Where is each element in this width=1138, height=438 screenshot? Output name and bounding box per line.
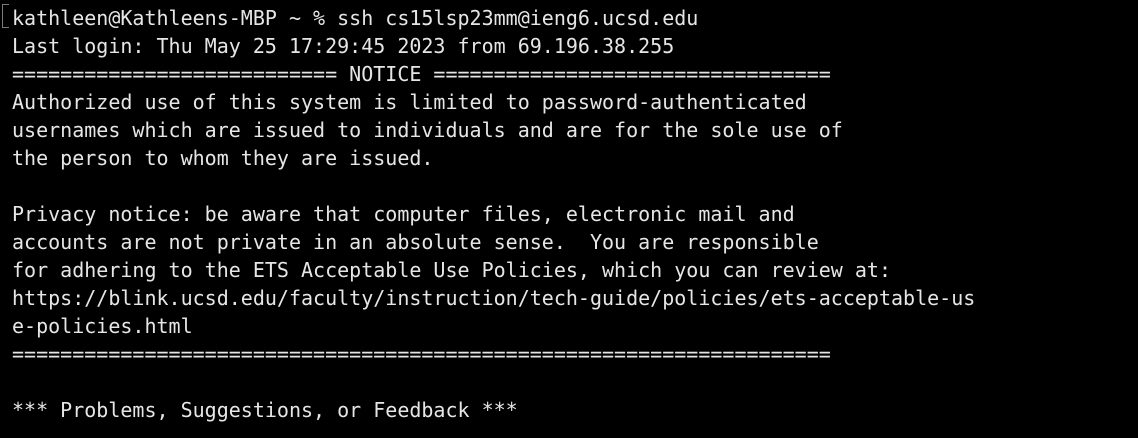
terminal-line-notice-1: Authorized use of this system is limited… <box>12 90 807 114</box>
terminal-window[interactable]: kathleen@Kathleens-MBP ~ % ssh cs15lsp23… <box>0 0 1138 438</box>
terminal-line-last-login: Last login: Thu May 25 17:29:45 2023 fro… <box>12 34 675 58</box>
terminal-line-notice-3: the person to whom they are issued. <box>12 146 434 170</box>
terminal-line-policy-url-wrap: e-policies.html <box>12 314 193 338</box>
terminal-line-notice-footer: ========================================… <box>12 342 831 366</box>
terminal-line-notice-header: =========================== NOTICE =====… <box>12 62 831 86</box>
terminal-line-privacy-2: accounts are not private in an absolute … <box>12 230 819 254</box>
terminal-line-policy-url: https://blink.ucsd.edu/faculty/instructi… <box>12 286 976 310</box>
terminal-line-problems: *** Problems, Suggestions, or Feedback *… <box>12 398 518 422</box>
terminal-line-prompt: kathleen@Kathleens-MBP ~ % ssh cs15lsp23… <box>12 6 699 30</box>
prompt-marker <box>2 4 9 28</box>
terminal-line-privacy-1: Privacy notice: be aware that computer f… <box>12 202 795 226</box>
terminal-line-privacy-3: for adhering to the ETS Acceptable Use P… <box>12 258 891 282</box>
terminal-line-notice-2: usernames which are issued to individual… <box>12 118 843 142</box>
